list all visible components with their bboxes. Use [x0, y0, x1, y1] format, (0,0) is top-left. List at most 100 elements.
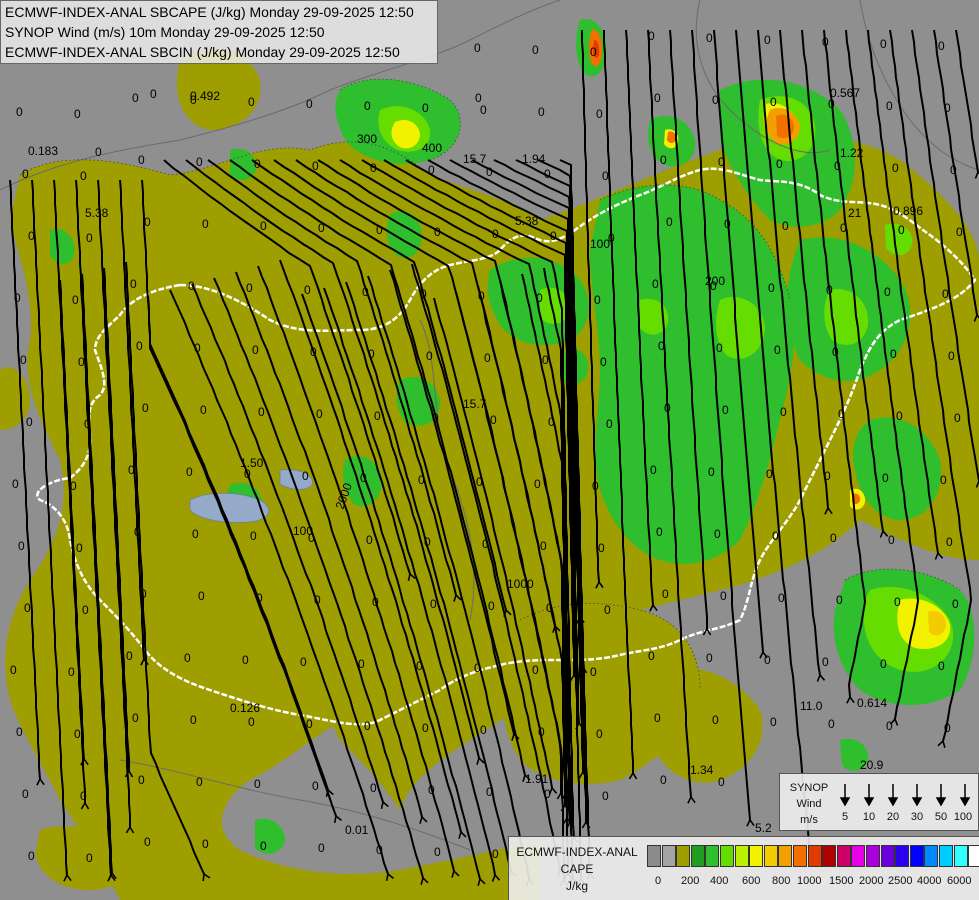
map-zero-label: 0: [776, 157, 783, 171]
map-zero-label: 0: [884, 285, 891, 299]
map-zero-label: 0: [596, 107, 603, 121]
map-zero-label: 0: [196, 155, 203, 169]
map-zero-label: 0: [26, 415, 33, 429]
map-zero-label: 0: [952, 597, 959, 611]
map-zero-label: 0: [782, 219, 789, 233]
cape-legend-swatch: [793, 845, 807, 867]
map-zero-label: 0: [84, 417, 91, 431]
map-zero-label: 0: [662, 587, 669, 601]
map-zero-label: 0: [426, 349, 433, 363]
map-zero-label: 0: [774, 343, 781, 357]
cape-legend-tick: 1000: [797, 875, 822, 887]
map-zero-label: 0: [764, 653, 771, 667]
map-label: 15.7: [463, 397, 487, 411]
map-label: 0: [150, 87, 157, 101]
map-zero-label: 0: [834, 159, 841, 173]
map-zero-label: 0: [376, 223, 383, 237]
map-zero-label: 0: [486, 165, 493, 179]
map-zero-label: 0: [664, 401, 671, 415]
map-label: 1.94: [522, 152, 546, 166]
map-zero-label: 0: [130, 277, 137, 291]
cape-legend-unit: J/kg: [565, 879, 588, 893]
title-line-cin: ECMWF-INDEX-ANAL SBCIN (J/kg) Monday 29-…: [5, 44, 400, 60]
wind-arrow-20-icon: [887, 784, 899, 807]
wind-legend-value: 30: [910, 811, 924, 823]
map-zero-label: 0: [838, 407, 845, 421]
map-label: 1.34: [690, 763, 714, 777]
map-zero-label: 0: [430, 597, 437, 611]
map-zero-label: 0: [318, 221, 325, 235]
cape-legend-tick: 400: [710, 875, 729, 887]
map-zero-label: 0: [718, 155, 725, 169]
map-zero-label: 0: [544, 787, 551, 801]
map-zero-label: 0: [490, 413, 497, 427]
map-zero-label: 0: [708, 465, 715, 479]
map-zero-label: 0: [86, 231, 93, 245]
wind-legend-value: 20: [886, 811, 900, 823]
map-zero-label: 0: [824, 469, 831, 483]
map-zero-label: 0: [830, 531, 837, 545]
map-zero-label: 0: [780, 405, 787, 419]
map-zero-label: 0: [602, 789, 609, 803]
map-zero-label: 0: [132, 711, 139, 725]
map-zero-label: 0: [474, 661, 481, 675]
map-zero-label: 0: [144, 835, 151, 849]
map-canvas: 0 0.492 0 0.183 0 15.7 1.94 5.38 5.38 1.…: [0, 0, 979, 900]
map-zero-label: 0: [20, 353, 27, 367]
map-zero-label: 0: [540, 539, 547, 553]
map-zero-label: 0: [880, 657, 887, 671]
map-zero-label: 0: [190, 93, 197, 107]
map-label: 5.38: [515, 214, 539, 228]
map-zero-label: 0: [310, 345, 317, 359]
wind-legend-arrows: [839, 784, 971, 807]
cape-legend-tick: 200: [681, 875, 700, 887]
map-zero-label: 0: [242, 653, 249, 667]
map-zero-label: 0: [832, 345, 839, 359]
map-zero-label: 0: [28, 229, 35, 243]
map-zero-label: 0: [186, 465, 193, 479]
map-zero-label: 0: [480, 723, 487, 737]
map-zero-label: 0: [826, 283, 833, 297]
map-zero-label: 0: [192, 527, 199, 541]
map-zero-label: 0: [308, 531, 315, 545]
map-zero-label: 0: [938, 39, 945, 53]
map-zero-label: 0: [142, 401, 149, 415]
map-zero-label: 0: [656, 525, 663, 539]
cape-legend-swatch: [968, 845, 979, 867]
map-zero-label: 0: [128, 463, 135, 477]
map-zero-label: 0: [374, 409, 381, 423]
map-zero-label: 0: [140, 587, 147, 601]
cape-legend-swatch: [924, 845, 939, 867]
map-zero-label: 0: [596, 727, 603, 741]
map-zero-label: 0: [302, 469, 309, 483]
map-zero-label: 0: [938, 659, 945, 673]
map-zero-label: 0: [594, 293, 601, 307]
map-zero-label: 0: [822, 655, 829, 669]
map-label: 0.614: [857, 696, 887, 710]
map-zero-label: 0: [252, 343, 259, 357]
map-zero-label: 0: [654, 91, 661, 105]
cape-legend-swatch: [676, 845, 691, 867]
map-zero-label: 0: [360, 471, 367, 485]
cape-legend-tick: 1500: [829, 875, 854, 887]
map-zero-label: 0: [828, 717, 835, 731]
map-zero-label: 0: [184, 651, 191, 665]
map-zero-label: 0: [126, 649, 133, 663]
map-zero-label: 0: [312, 779, 319, 793]
wind-legend: SYNOP Wind m/s 5 10 20 30 50 100: [779, 773, 979, 831]
map-zero-label: 0: [486, 785, 493, 799]
title-line-wind: SYNOP Wind (m/s) 10m Monday 29-09-2025 1…: [5, 24, 325, 40]
map-viewer: 0 0.492 0 0.183 0 15.7 1.94 5.38 5.38 1.…: [0, 0, 979, 900]
map-zero-label: 0: [318, 841, 325, 855]
map-zero-label: 0: [492, 227, 499, 241]
map-zero-label: 0: [706, 651, 713, 665]
map-label: 1.91: [525, 772, 549, 786]
map-zero-label: 0: [74, 727, 81, 741]
map-zero-label: 0: [712, 93, 719, 107]
map-zero-label: 0: [890, 347, 897, 361]
map-zero-label: 0: [948, 349, 955, 363]
cape-legend-swatch: [909, 845, 924, 867]
map-zero-label: 0: [542, 353, 549, 367]
map-zero-label: 0: [706, 31, 713, 45]
map-zero-label: 0: [602, 169, 609, 183]
